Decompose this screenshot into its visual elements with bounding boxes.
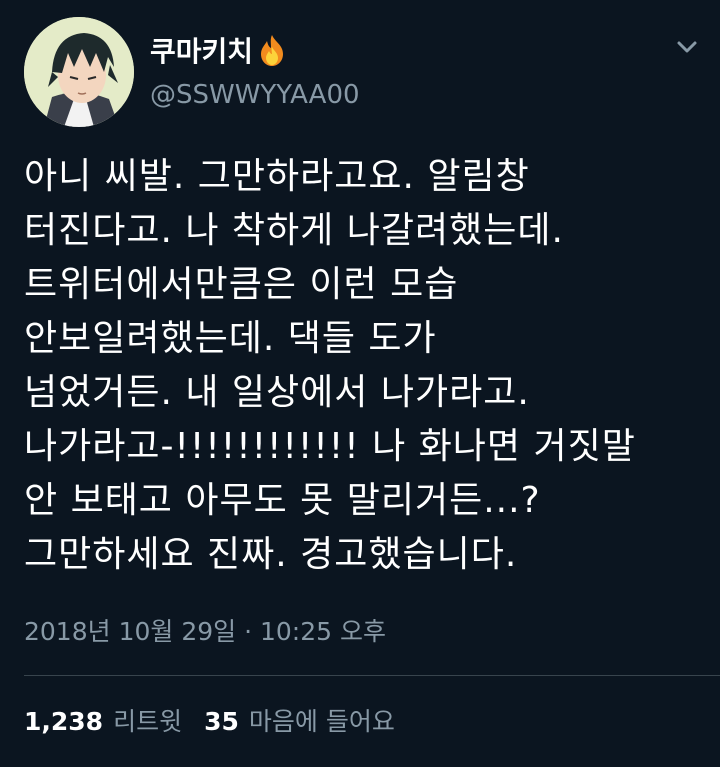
retweets-count: 1,238 [24,707,104,736]
tweet-line: 나가라고-!!!!!!!!!!!! 나 화나면 거짓말 [24,426,636,467]
tweet-header: 쿠마키치 @SSWWYYAA00 [0,0,720,130]
tweet-line: 트위터에서만큼은 이런 모습 [24,264,459,305]
tweet-text: 아니 씨발. 그만하라고요. 알림창 터진다고. 나 착하게 나갈려했는데. 트… [24,150,704,582]
avatar-illustration [24,17,134,127]
display-name[interactable]: 쿠마키치 [150,30,287,70]
display-name-text: 쿠마키치 [150,35,254,68]
fire-icon [257,33,287,67]
chevron-down-icon[interactable] [670,30,704,64]
user-handle[interactable]: @SSWWYYAA00 [150,80,360,110]
retweets-stat[interactable]: 1,238 리트윗 [24,702,182,738]
divider [24,675,720,676]
avatar[interactable] [24,17,134,127]
tweet-line: 터진다고. 나 착하게 나갈려했는데. [24,210,564,251]
tweet-line: 안 보태고 아무도 못 말리거든...? [24,480,541,521]
tweet-timestamp[interactable]: 2018년 10월 29일 · 10:25 오후 [24,612,386,648]
likes-count: 35 [204,707,239,736]
tweet-stats: 1,238 리트윗 35 마음에 들어요 [24,702,417,738]
likes-label: 마음에 들어요 [248,707,395,736]
retweets-label: 리트윗 [113,707,183,736]
tweet-line: 그만하세요 진짜. 경고했습니다. [24,534,518,575]
tweet-line: 안보일려했는데. 댁들 도가 [24,318,437,359]
tweet-line: 넘었거든. 내 일상에서 나가라고. [24,372,530,413]
tweet-line: 아니 씨발. 그만하라고요. 알림창 [24,156,530,197]
likes-stat[interactable]: 35 마음에 들어요 [204,702,395,738]
